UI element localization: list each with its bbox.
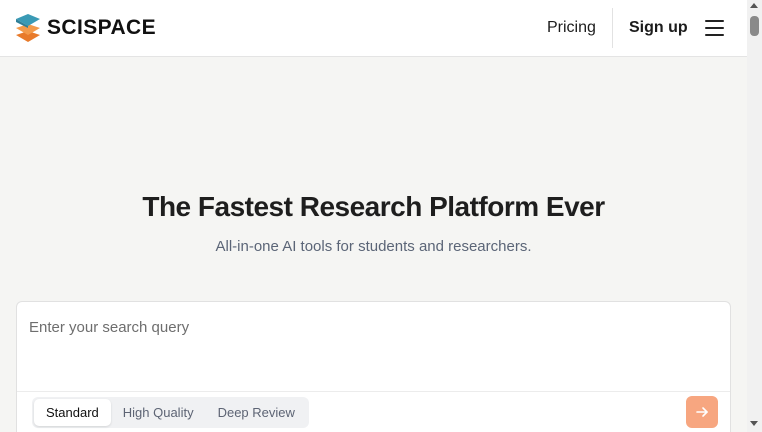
search-input[interactable]: [29, 314, 719, 340]
mode-high-quality-button[interactable]: High Quality: [111, 399, 206, 426]
nav-link-pricing[interactable]: Pricing: [547, 19, 596, 37]
scroll-down-arrow-icon[interactable]: [750, 421, 758, 426]
site-header: SCISPACE Pricing Sign up: [0, 0, 747, 57]
mode-standard-button[interactable]: Standard: [34, 399, 111, 426]
brand-name: SCISPACE: [47, 16, 156, 39]
search-submit-button[interactable]: [686, 396, 718, 428]
mode-deep-review-button[interactable]: Deep Review: [206, 399, 307, 426]
arrow-right-icon: [696, 407, 708, 417]
hero-title: The Fastest Research Platform Ever: [142, 191, 605, 222]
brand-logo[interactable]: SCISPACE: [16, 14, 156, 42]
search-card-divider: [17, 391, 730, 392]
scrollbar-thumb[interactable]: [750, 16, 759, 36]
search-card: Standard High Quality Deep Review: [16, 301, 731, 432]
page-viewport: SCISPACE Pricing Sign up The Fastest Res…: [0, 0, 747, 432]
hamburger-menu-icon[interactable]: [705, 19, 724, 37]
hero-subtitle: All-in-one AI tools for students and res…: [215, 238, 532, 255]
scroll-up-arrow-icon[interactable]: [750, 3, 758, 8]
signup-button[interactable]: Sign up: [629, 19, 688, 37]
page-scrollbar[interactable]: [747, 0, 762, 432]
scispace-logo-icon: [16, 14, 40, 42]
search-mode-selector: Standard High Quality Deep Review: [32, 397, 309, 428]
nav-divider: [612, 8, 613, 48]
